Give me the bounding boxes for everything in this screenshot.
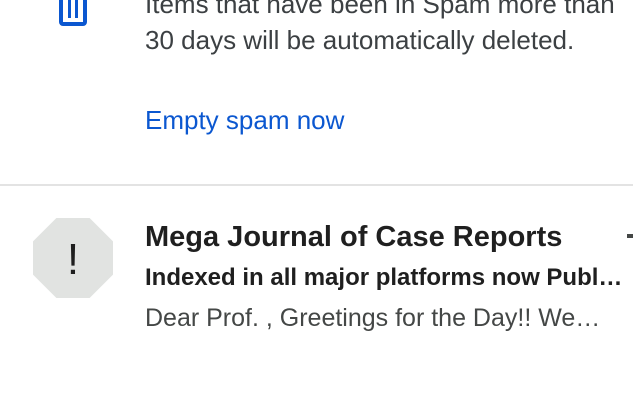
- spam-notice-line-1: Items that have been in Spam more than: [145, 0, 615, 19]
- spam-warning-glyph: !: [67, 235, 79, 284]
- email-sender: Mega Journal of Case Reports: [145, 221, 563, 253]
- empty-spam-now-link[interactable]: Empty spam now: [145, 102, 344, 138]
- email-text: Mega Journal of Case Reports Indexed in …: [145, 216, 623, 338]
- star-icon[interactable]: [627, 234, 633, 238]
- spam-notice-line-2: 30 days will be automatically deleted.: [145, 25, 575, 55]
- spam-notice-text: Items that have been in Spam more than 3…: [145, 0, 633, 58]
- spam-warning-icon[interactable]: !: [33, 218, 113, 298]
- spam-notice: Items that have been in Spam more than 3…: [0, 0, 633, 185]
- spam-folder-view: Items that have been in Spam more than 3…: [0, 0, 633, 402]
- email-snippet: Dear Prof. , Greetings for the Day!! We …: [145, 304, 603, 332]
- trash-icon: [59, 0, 87, 26]
- email-subject: Indexed in all major platforms now Publi…: [145, 264, 623, 291]
- email-list-item[interactable]: ! Mega Journal of Case Reports Indexed i…: [0, 186, 633, 402]
